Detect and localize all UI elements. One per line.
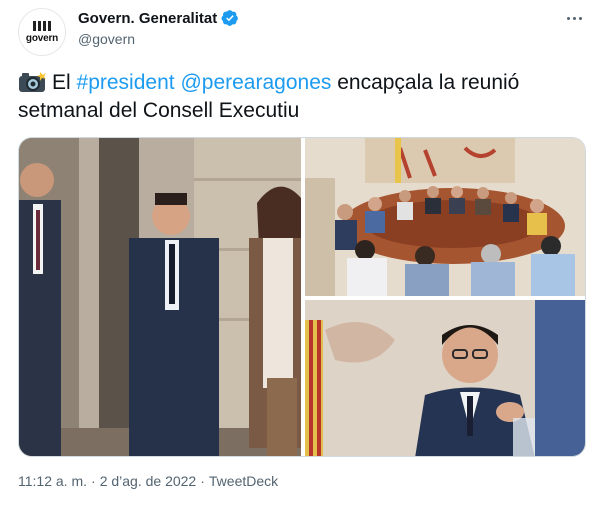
display-name[interactable]: Govern. Generalitat xyxy=(78,10,217,27)
tweet-text-intro: El xyxy=(52,71,71,94)
account-avatar[interactable]: govern xyxy=(18,8,66,56)
camera-flash-emoji-icon xyxy=(19,72,46,92)
mention-link[interactable]: @perearagones xyxy=(180,71,331,94)
account-handle[interactable]: @govern xyxy=(78,31,135,47)
footer-separator: · xyxy=(91,473,96,489)
footer-separator-2: · xyxy=(200,473,205,489)
photo-walking-corridor[interactable] xyxy=(19,138,301,456)
verified-badge-icon xyxy=(221,10,239,26)
avatar-logo-text: govern xyxy=(25,32,59,44)
generalitat-logo-icon xyxy=(33,20,51,31)
tweet-text: El #president @perearagones encapçala la… xyxy=(18,69,588,125)
tweet-source[interactable]: TweetDeck xyxy=(209,473,278,489)
tweet-date[interactable]: 2 d’ag. de 2022 xyxy=(100,473,197,489)
tweet-card: govern Govern. Generalitat @govern El #p… xyxy=(0,0,605,505)
media-grid xyxy=(18,137,586,457)
photo-president-closeup[interactable] xyxy=(305,300,585,456)
hashtag-link[interactable]: #president xyxy=(77,71,175,94)
tweet-footer: 11:12 a. m. · 2 d’ag. de 2022 · TweetDec… xyxy=(18,473,278,489)
more-options-icon[interactable] xyxy=(561,8,587,28)
author-name-row: Govern. Generalitat xyxy=(78,9,239,27)
photo-council-meeting[interactable] xyxy=(305,138,585,296)
tweet-time[interactable]: 11:12 a. m. xyxy=(18,473,87,489)
